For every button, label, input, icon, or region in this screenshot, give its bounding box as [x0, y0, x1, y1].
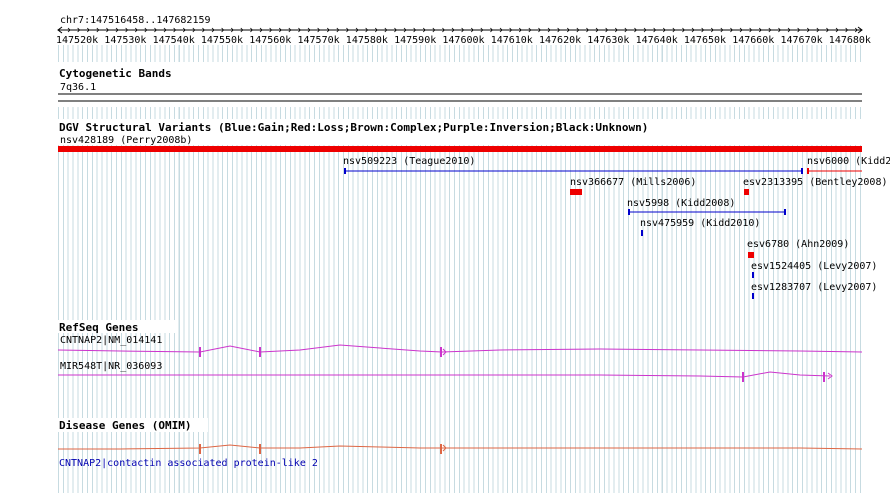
omim-gene-label[interactable]: CNTNAP2|contactin associated protein-lik…	[59, 458, 318, 469]
omim-gene-models	[58, 444, 863, 454]
genome-browser-view: chr7:147516458..147682159 147520k 147530k…	[0, 0, 890, 493]
omim-gene-cntnap2[interactable]	[58, 444, 863, 454]
